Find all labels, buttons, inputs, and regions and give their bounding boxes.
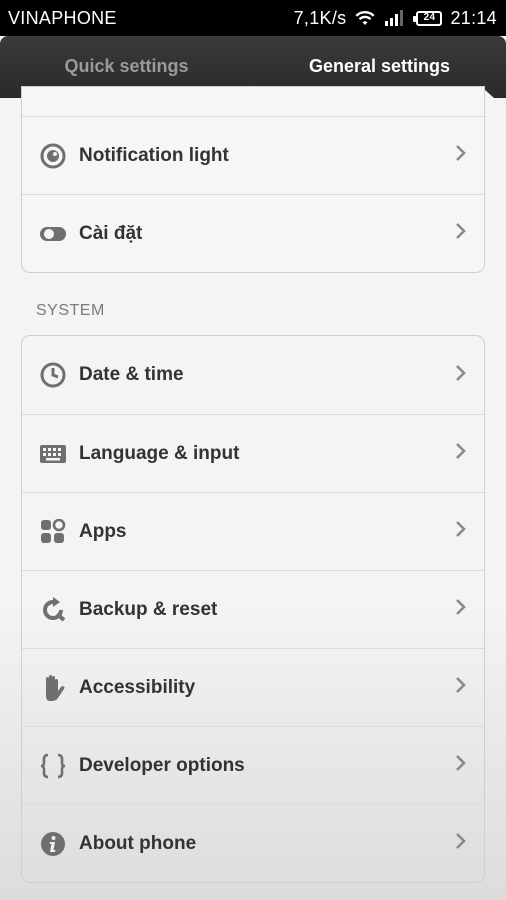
settings-screen: VINAPHONE 7,1K/s 24 21:14 Quick settings… [0, 0, 506, 900]
list-item-label: Date & time [79, 364, 184, 385]
clock-time: 21:14 [450, 7, 497, 28]
backup-icon [39, 596, 67, 624]
list-item-label: Accessibility [79, 676, 196, 698]
system-settings-card: Date & time Language & input Apps Backup… [21, 335, 485, 883]
notification-light-icon [39, 142, 67, 170]
list-item-label: Language & input [79, 442, 240, 464]
list-item-label: Notification light [79, 144, 229, 166]
apps-icon [39, 518, 67, 546]
chevron-right-icon [455, 754, 467, 777]
chevron-right-icon [455, 676, 467, 699]
list-item-language-input[interactable]: Language & input [22, 414, 484, 492]
list-item-date-time[interactable]: Date & time [22, 336, 484, 414]
carrier-name: VINAPHONE [8, 7, 117, 28]
wifi-icon [354, 9, 376, 27]
top-settings-card: Notification light Cài đặt [21, 86, 485, 273]
chevron-right-icon [455, 222, 467, 245]
list-item-notification-light[interactable]: Notification light [22, 116, 484, 194]
list-item-apps[interactable]: Apps [22, 492, 484, 570]
chevron-right-icon [455, 442, 467, 465]
toggle-icon [39, 220, 67, 248]
list-item-label: About phone [79, 832, 197, 854]
info-icon [39, 830, 67, 858]
list-item-label: Developer options [79, 754, 245, 776]
list-item-developer-options[interactable]: Developer options [22, 726, 484, 804]
braces-icon [39, 752, 67, 780]
keyboard-icon [39, 440, 67, 468]
chevron-right-icon [455, 364, 467, 387]
section-header-system: SYSTEM [36, 302, 105, 319]
chevron-right-icon [455, 144, 467, 167]
list-item-partial [22, 87, 484, 116]
list-item-label: Cài đặt [79, 222, 143, 244]
chevron-right-icon [455, 598, 467, 621]
list-item-label: Apps [79, 520, 127, 542]
network-speed: 7,1K/s [293, 7, 347, 28]
chevron-right-icon [455, 520, 467, 543]
list-item-label: Backup & reset [79, 598, 218, 620]
list-item-about-phone[interactable]: About phone [22, 804, 484, 882]
clock-icon [39, 361, 67, 389]
status-bar: VINAPHONE 7,1K/s 24 21:14 [0, 0, 506, 36]
chevron-right-icon [455, 832, 467, 855]
list-item-backup-reset[interactable]: Backup & reset [22, 570, 484, 648]
list-item-accessibility[interactable]: Accessibility [22, 648, 484, 726]
hand-icon [39, 674, 67, 702]
battery-icon: 24 [413, 10, 443, 26]
signal-icon [384, 9, 404, 27]
list-item-cai-dat[interactable]: Cài đặt [22, 194, 484, 272]
status-indicators: 7,1K/s 24 21:14 [294, 8, 497, 29]
